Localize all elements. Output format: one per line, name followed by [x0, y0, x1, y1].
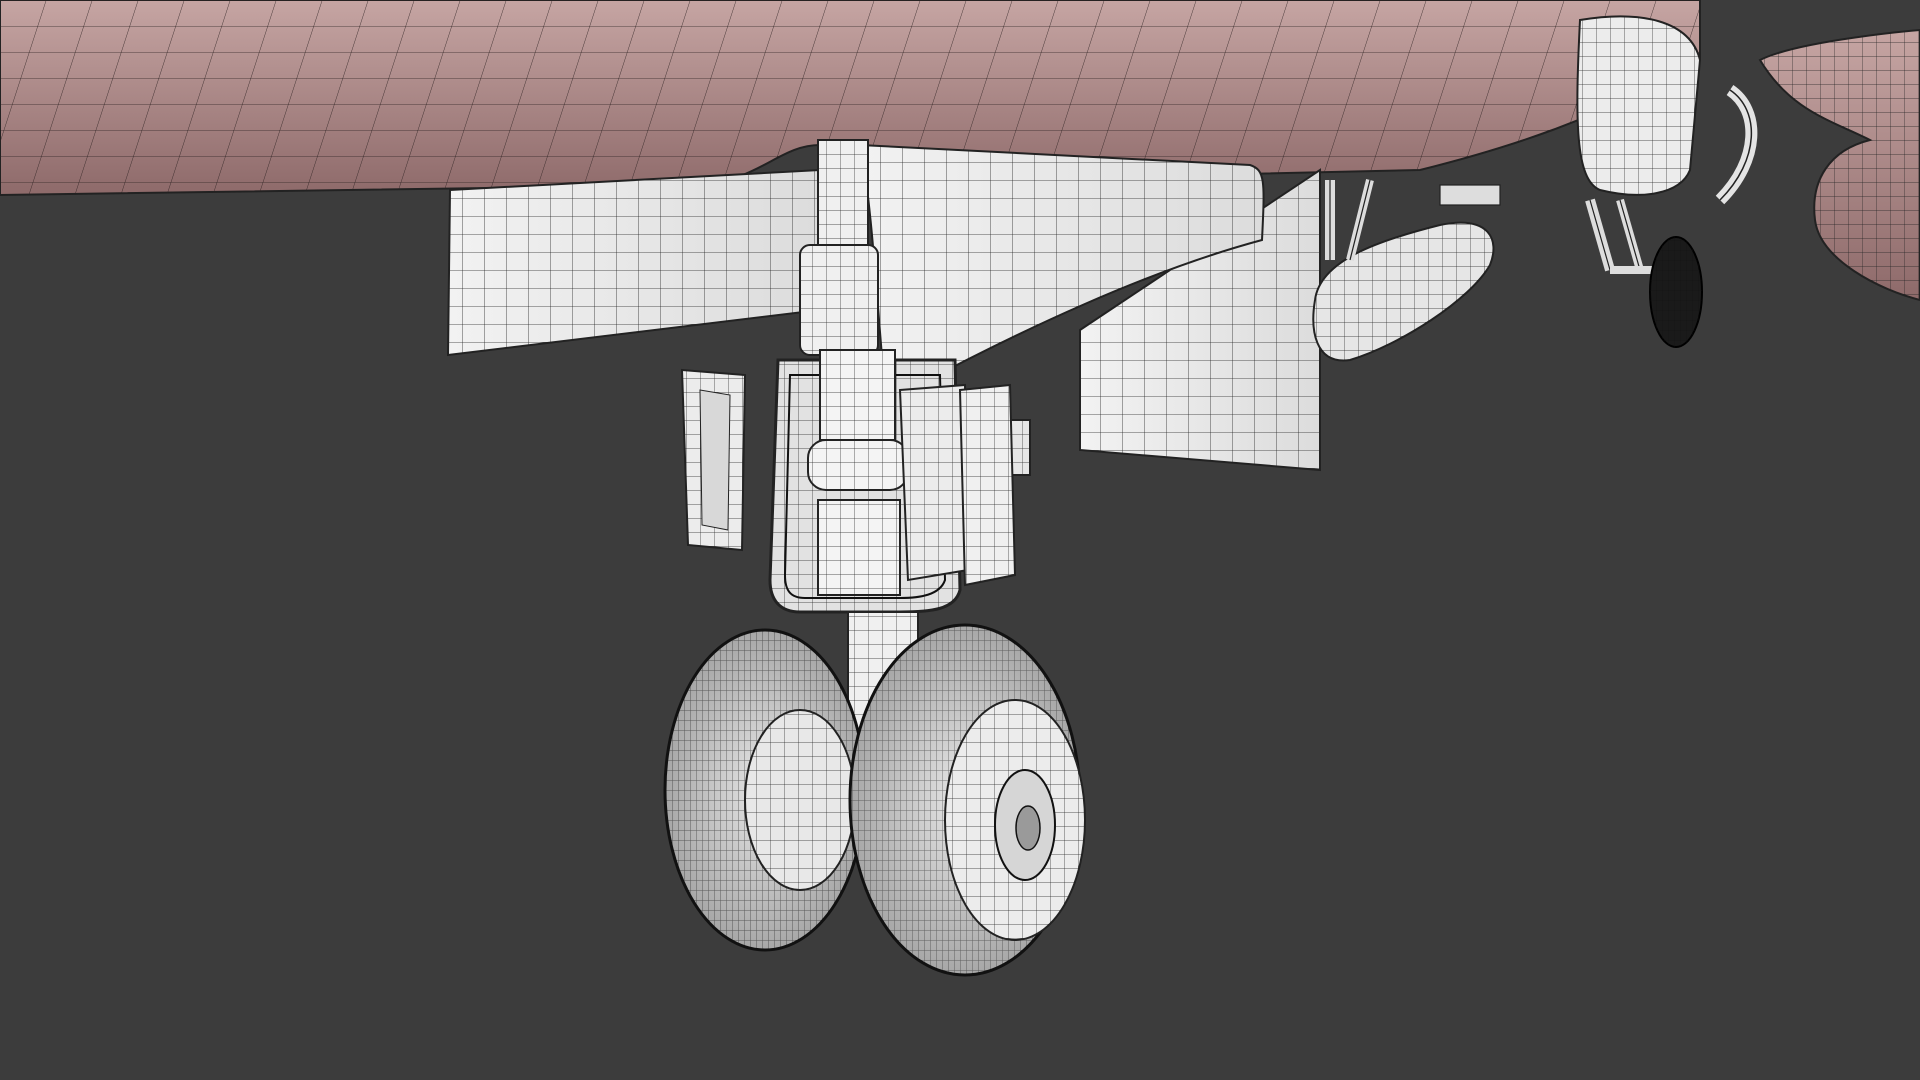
main-landing-gear — [1585, 198, 1703, 348]
main-gear-door — [1576, 15, 1758, 205]
bay-door-left — [446, 168, 821, 357]
engine-intake — [1758, 28, 1920, 302]
oleo-cylinder — [807, 349, 909, 596]
3d-viewport — [0, 0, 1920, 1080]
torque-link-panel — [898, 383, 1031, 587]
wireframe-render — [0, 0, 1920, 977]
side-door-left — [680, 368, 747, 552]
nose-wheel-left — [663, 628, 867, 952]
external-fuel-tank — [1312, 221, 1495, 362]
nose-wheel-right — [848, 623, 1086, 977]
